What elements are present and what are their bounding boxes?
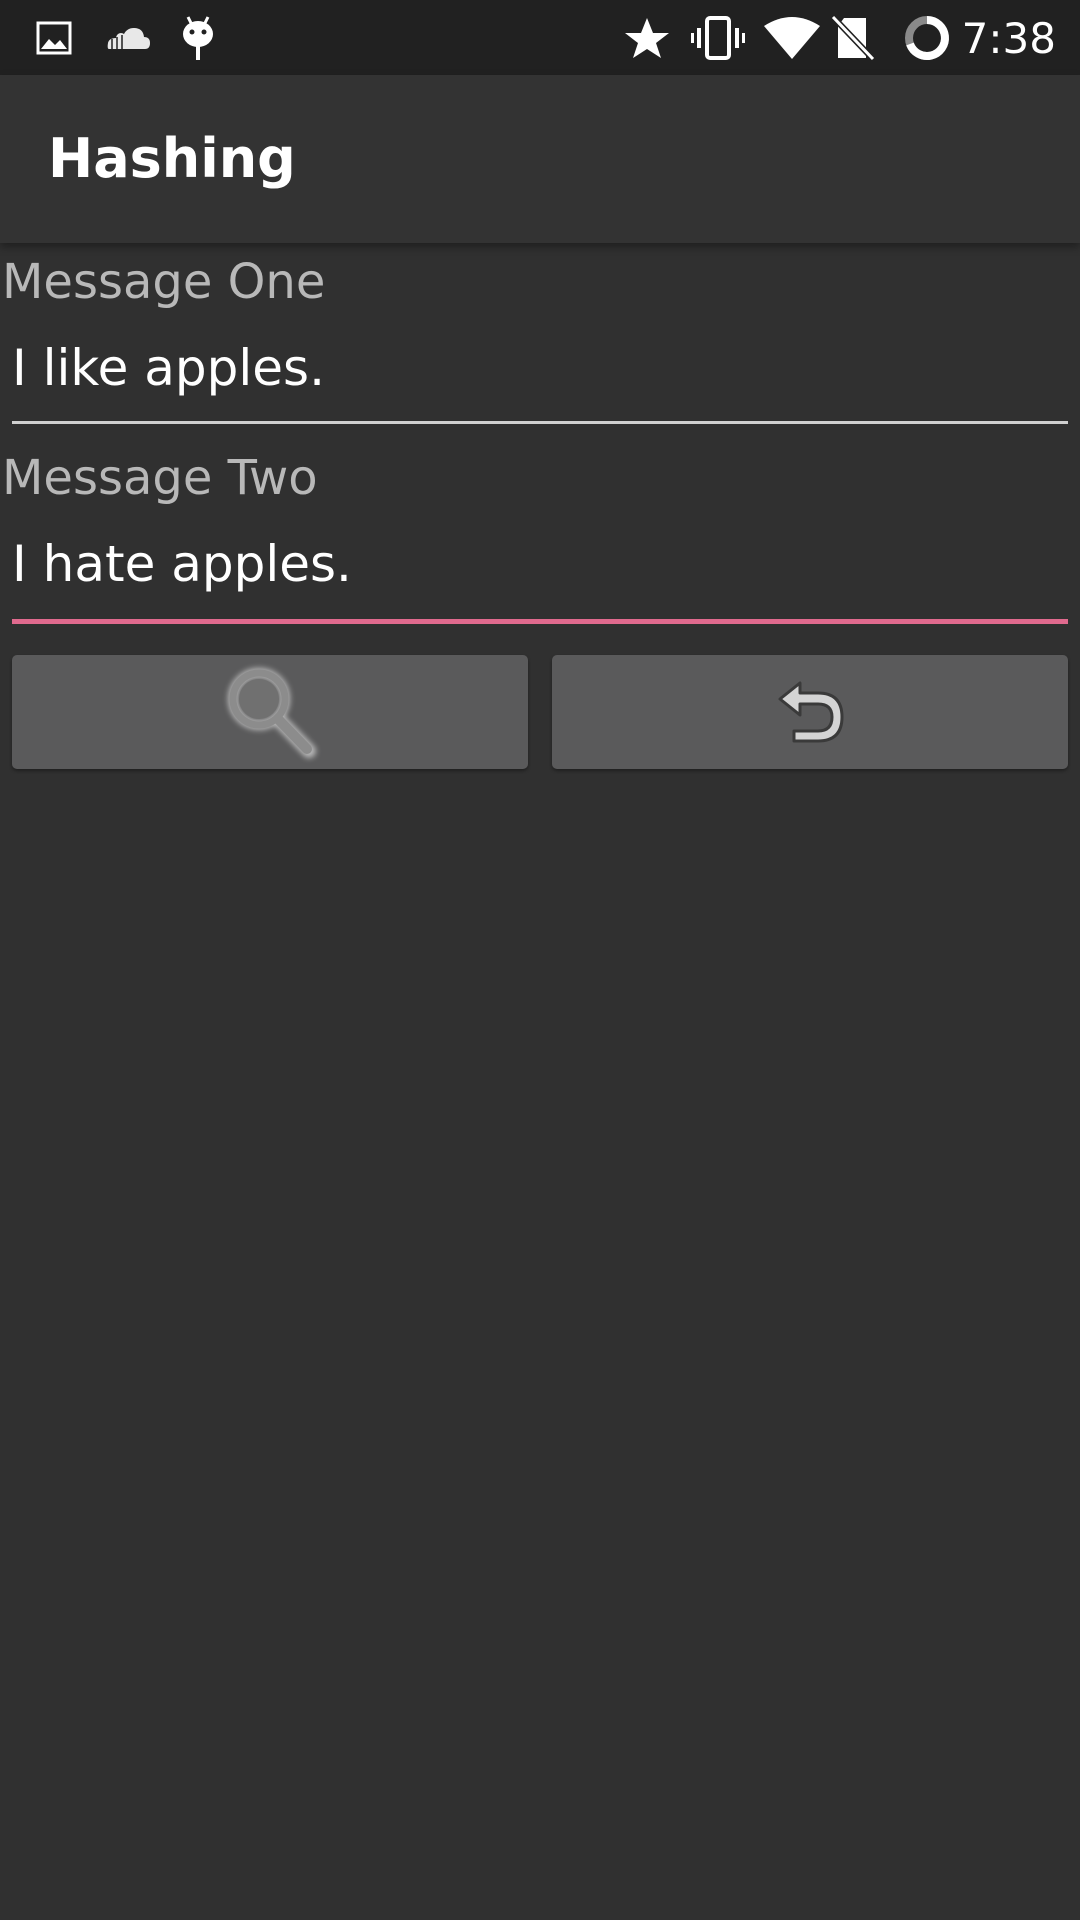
sync-circle-icon xyxy=(902,0,952,75)
no-sim-icon xyxy=(828,0,878,75)
wifi-icon xyxy=(762,0,822,75)
message-two-underline xyxy=(12,619,1068,624)
message-two-label: Message Two xyxy=(2,450,318,506)
image-icon xyxy=(34,0,74,75)
vibrate-icon xyxy=(690,0,746,75)
reset-button[interactable] xyxy=(552,655,1068,769)
cloud-icon xyxy=(102,0,152,75)
screen: 7:38 Hashing Message One Message Two xyxy=(0,0,1080,1920)
search-icon xyxy=(215,657,325,767)
undo-icon xyxy=(770,677,850,747)
message-one-underline xyxy=(12,421,1068,424)
star-icon xyxy=(622,0,672,75)
message-one-input[interactable] xyxy=(12,328,1068,408)
status-time: 7:38 xyxy=(961,14,1056,63)
hash-button[interactable] xyxy=(12,655,528,769)
android-icon xyxy=(178,0,218,75)
message-two-input[interactable] xyxy=(12,524,1068,604)
status-bar: 7:38 xyxy=(0,0,1080,75)
page-title: Hashing xyxy=(48,127,296,190)
app-bar: Hashing xyxy=(0,75,1080,243)
message-one-label: Message One xyxy=(2,254,326,310)
